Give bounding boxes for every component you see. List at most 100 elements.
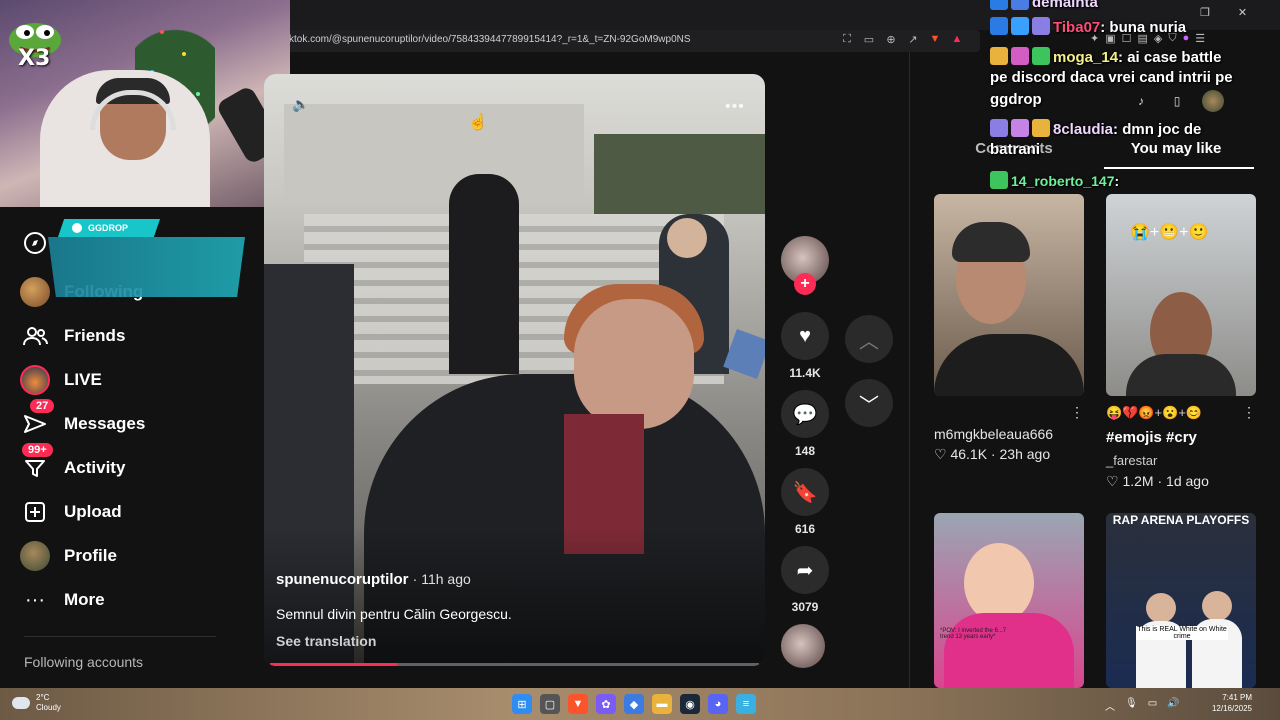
video-player[interactable]: 🔈 ••• spunenucoruptilor · 11h ago Semnul… <box>264 74 765 666</box>
sidebar-item-live[interactable]: LIVE <box>20 365 102 395</box>
see-translation-link[interactable]: See translation <box>276 633 376 649</box>
sidebar-divider <box>24 636 216 637</box>
mouse-cursor-icon: ☝ <box>468 114 488 131</box>
sidebar-item-label: Activity <box>64 458 126 477</box>
chat-badge-icon <box>1032 17 1050 35</box>
chat-message-cont: batrani <box>990 141 1041 158</box>
comment-count: 148 <box>794 444 816 458</box>
windows-start-icon[interactable]: ⊞ <box>512 694 532 714</box>
tab-you-may-like[interactable]: You may like <box>1096 140 1256 157</box>
brave-shields-icon[interactable]: ▼ <box>928 32 942 46</box>
sidebar-item-label: Profile <box>64 546 117 565</box>
video-progress-bar[interactable] <box>270 663 759 666</box>
brave-icon[interactable]: ▼ <box>568 694 588 714</box>
card-title[interactable]: m6mgkbeleaua666 <box>934 426 1053 442</box>
sidebar-item-label: LIVE <box>64 370 102 389</box>
chat-badge-icon <box>990 17 1008 35</box>
task-view-icon[interactable]: ▢ <box>540 694 560 714</box>
close-icon[interactable]: ✕ <box>1238 6 1247 19</box>
system-tray: ︿ 🎙 ▭ 🔊 <box>1105 698 1180 713</box>
restore-icon[interactable]: ❐ <box>1200 6 1210 19</box>
weather-widget[interactable]: 2°C Cloudy <box>12 693 61 713</box>
video-scene-wall <box>284 104 584 204</box>
microphone-icon[interactable]: 🎙 <box>1125 698 1138 713</box>
sponsor-banner <box>48 237 245 297</box>
notepad-icon[interactable]: ≡ <box>736 694 756 714</box>
chat-message: Tiba07: buna nuria <box>990 17 1186 36</box>
sidebar-item-label: Upload <box>64 502 122 521</box>
save-button[interactable]: 🔖 <box>781 468 829 516</box>
translate-icon[interactable]: ⛶ <box>840 32 854 46</box>
sidebar-item-friends[interactable]: Friends <box>20 321 125 351</box>
card-author[interactable]: _farestar <box>1106 453 1157 468</box>
thumbnail-caption: *POV: I inverted the 6...7 trend 13 year… <box>940 628 1007 640</box>
sidebar-item-activity[interactable]: 99+ Activity <box>20 443 126 483</box>
steam-icon[interactable]: ◉ <box>680 694 700 714</box>
chat-badge-icon <box>1011 17 1029 35</box>
video-author[interactable]: spunenucoruptilor · 11h ago <box>276 571 471 588</box>
cast-icon[interactable]: ▭ <box>862 32 876 46</box>
volume-icon[interactable]: 🔊 <box>1167 698 1179 713</box>
like-button[interactable]: ♥ <box>781 312 829 360</box>
recommended-video-thumbnail[interactable] <box>934 194 1084 396</box>
share-button[interactable]: ➦ <box>781 546 829 594</box>
discord-icon[interactable]: ◕ <box>708 694 728 714</box>
thumbnail-body <box>934 334 1084 396</box>
chat-nick: demainta <box>1032 0 1098 11</box>
chevron-down-icon: ﹀ <box>859 394 879 417</box>
share-arrow-icon: ➦ <box>796 559 814 582</box>
card-meta: ♡ 1.2M · 1d ago <box>1106 473 1209 489</box>
activity-badge: 99+ <box>22 443 53 457</box>
card-title[interactable]: #emojis #cry <box>1106 429 1197 446</box>
clock-time: 7:41 PM <box>1222 693 1252 702</box>
volume-icon[interactable]: 🔈 <box>292 96 309 113</box>
taskbar-clock[interactable]: 7:41 PM 12/16/2025 <box>1208 692 1252 714</box>
network-icon[interactable]: ▭ <box>1148 698 1157 713</box>
taskbar-apps: ⊞ ▢ ▼ ✿ ◆ ▬ ◉ ◕ ≡ <box>512 694 756 714</box>
thumbnail-title: RAP ARENA PLAYOFFS <box>1112 513 1250 527</box>
chat-text: buna nuria <box>1109 19 1187 36</box>
phone-icon[interactable]: ▯ <box>1166 90 1188 112</box>
sidebar-item-explore[interactable] <box>20 228 50 258</box>
sidebar-item-profile[interactable]: Profile <box>20 541 117 571</box>
card-meta: ♡ 46.1K · 23h ago <box>934 446 1051 462</box>
previous-video-button[interactable]: ︿ <box>845 315 893 363</box>
panel-header-icons: ♪ ▯ <box>1130 90 1224 112</box>
heart-icon: ♥ <box>799 324 811 347</box>
user-avatar[interactable] <box>1202 90 1224 112</box>
sidebar-item-upload[interactable]: Upload <box>20 497 122 527</box>
ms-store-icon[interactable]: ◆ <box>624 694 644 714</box>
like-count: 11.4K <box>789 366 821 380</box>
comment-button[interactable]: 💬 <box>781 390 829 438</box>
share-count: 3079 <box>791 600 819 614</box>
sidebar-item-messages[interactable]: 27 Messages <box>20 399 145 439</box>
author-name[interactable]: spunenucoruptilor <box>276 571 409 588</box>
menu-icon[interactable]: ☰ <box>1195 32 1205 45</box>
thumbnail-face <box>1202 591 1232 621</box>
file-explorer-icon[interactable]: ▬ <box>652 694 672 714</box>
tray-chevron-icon[interactable]: ︿ <box>1105 698 1115 713</box>
chat-nick: 14_roberto_147 <box>1011 173 1115 189</box>
card-more-icon[interactable]: ⋮ <box>1070 404 1084 421</box>
brave-rewards-icon[interactable]: ▲ <box>950 32 964 46</box>
next-video-button[interactable]: ﹀ <box>845 379 893 427</box>
chat-nick: Tiba07 <box>1053 19 1101 36</box>
sound-avatar[interactable] <box>781 624 825 668</box>
recommended-video-thumbnail[interactable] <box>934 513 1084 688</box>
follow-button[interactable]: + <box>794 273 816 295</box>
active-tab-indicator <box>1104 167 1254 169</box>
address-bar-text[interactable]: ktok.com/@spunenucoruptilor/video/758433… <box>289 34 691 45</box>
tiktok-icon[interactable]: ♪ <box>1130 90 1152 112</box>
share-icon[interactable]: ↗ <box>906 32 920 46</box>
sidebar-item-more[interactable]: ··· More <box>20 585 105 615</box>
video-scene-face <box>574 299 694 429</box>
thumbnail-body <box>1126 354 1236 396</box>
panel-tabs: Comments You may like <box>934 140 1256 170</box>
more-options-icon[interactable]: ••• <box>725 98 745 116</box>
recommended-video-thumbnail[interactable] <box>1106 513 1256 688</box>
video-caption: Semnul divin pentru Călin Georgescu. <box>276 606 512 622</box>
card-more-icon[interactable]: ⋮ <box>1242 404 1256 421</box>
copilot-icon[interactable]: ✿ <box>596 694 616 714</box>
zoom-icon[interactable]: ⊕ <box>884 32 898 46</box>
ggdrop-logo-icon <box>72 223 82 233</box>
